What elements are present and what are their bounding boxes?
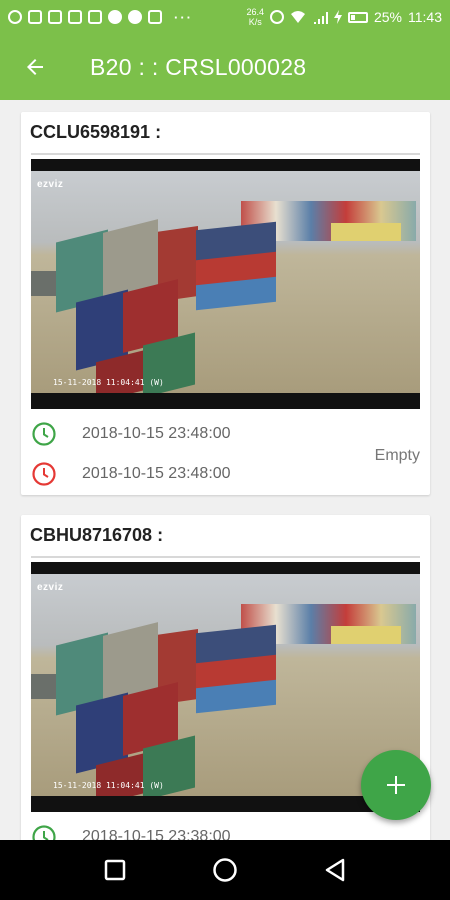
battery-level: 25% [373, 9, 402, 25]
square-icon [104, 859, 126, 881]
mail-icon [88, 10, 102, 24]
circle-icon [108, 10, 122, 24]
back-button[interactable] [0, 34, 70, 100]
camera-brand-logo: ezviz [37, 582, 64, 593]
alarm-icon [269, 10, 284, 24]
divider [31, 556, 420, 558]
time-out: 2018-10-15 23:48:00 [82, 465, 231, 482]
status-badge: Empty [374, 447, 420, 464]
signal-icon [313, 12, 328, 24]
more-notifications-icon: ··· [174, 9, 193, 25]
app-bar: B20 : : CRSL000028 [0, 34, 450, 100]
camera-timestamp: 15-11-2018 11:04:41 (W) [53, 781, 164, 790]
recents-button[interactable] [95, 850, 135, 890]
image-icon [148, 10, 162, 24]
back-nav-button[interactable] [315, 850, 355, 890]
page-title: B20 : : CRSL000028 [90, 53, 307, 80]
container-card[interactable]: CCLU6598191 : ezviz 15-11-2018 11:04:41 … [21, 112, 430, 495]
container-id: CBHU8716708 : [30, 525, 164, 545]
time-in-row: 2018-10-15 23:48:00 [31, 421, 231, 447]
twitter-icon [68, 10, 82, 24]
time-in: 2018-10-15 23:38:00 [82, 828, 231, 840]
status-bar: ··· 26.4 K/s 25% 11:43 [0, 0, 450, 34]
circle-icon [213, 858, 237, 882]
clock: 11:43 [408, 9, 442, 25]
divider [31, 153, 420, 155]
twitter-icon [48, 10, 62, 24]
camera-snapshot[interactable]: ezviz 15-11-2018 11:04:41 (W) [31, 159, 420, 409]
time-in-row: 2018-10-15 23:38:00 [31, 824, 231, 840]
plus-icon [387, 776, 405, 794]
notification-icons: ··· [8, 10, 193, 25]
wifi-icon [290, 11, 305, 23]
tshirt-icon [28, 10, 42, 24]
charging-icon [333, 10, 342, 24]
clock-out-icon [32, 462, 56, 486]
network-speed-value: 26.4 [246, 7, 264, 17]
container-id: CCLU6598191 : [30, 122, 162, 142]
card-meta: 2018-10-15 23:38:00 [21, 814, 430, 840]
whatsapp-icon [8, 10, 22, 24]
add-button[interactable] [361, 750, 431, 820]
network-speed: 26.4 K/s [246, 7, 264, 27]
camera-brand-logo: ezviz [37, 179, 64, 190]
time-in: 2018-10-15 23:48:00 [82, 425, 231, 442]
card-meta: 2018-10-15 23:48:00 2018-10-15 23:48:00 … [21, 411, 430, 507]
clock-in-icon [32, 825, 56, 840]
home-button[interactable] [205, 850, 245, 890]
arrow-left-icon [27, 59, 43, 75]
camera-timestamp: 15-11-2018 11:04:41 (W) [53, 378, 164, 387]
system-nav-bar [0, 840, 450, 900]
time-out-row: 2018-10-15 23:48:00 [31, 461, 231, 487]
circle-icon [128, 10, 142, 24]
battery-icon [347, 11, 368, 23]
triangle-back-icon [325, 858, 345, 882]
network-speed-unit: K/s [248, 17, 262, 27]
container-list[interactable]: CCLU6598191 : ezviz 15-11-2018 11:04:41 … [0, 100, 450, 840]
clock-in-icon [32, 422, 56, 446]
